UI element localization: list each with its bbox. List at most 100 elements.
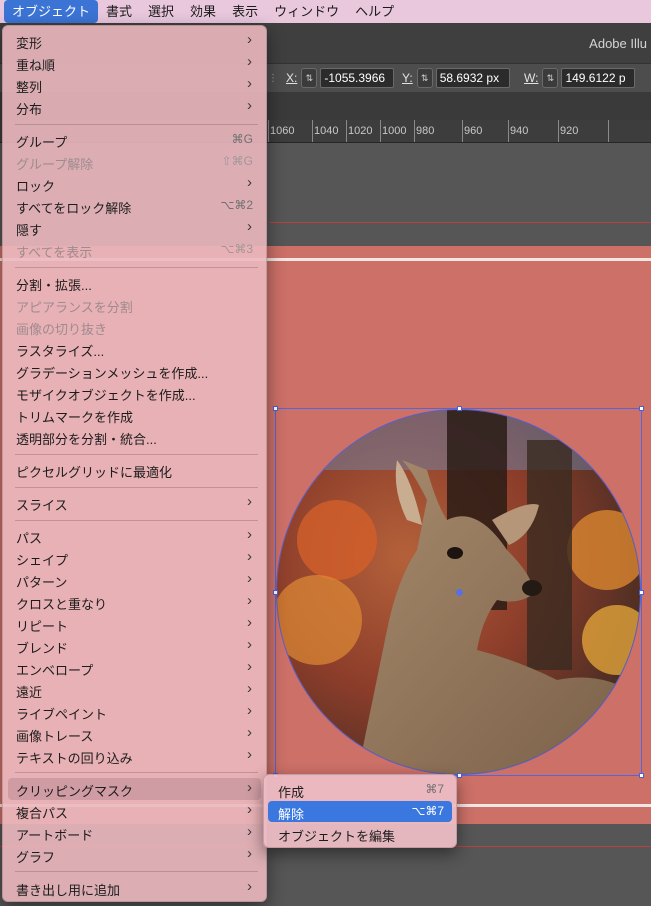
w-label: W: xyxy=(524,71,539,85)
menu-item-perspective[interactable]: 遠近 › xyxy=(8,679,261,701)
menu-item-artboards[interactable]: アートボード › xyxy=(8,822,261,844)
resize-handle[interactable] xyxy=(639,773,644,778)
y-stepper[interactable]: ⇅ xyxy=(416,68,433,88)
menu-item-arrange[interactable]: 重ね順 › xyxy=(8,52,261,74)
resize-handle[interactable] xyxy=(273,590,278,595)
chevron-right-icon: › xyxy=(247,218,252,235)
chevron-right-icon: › xyxy=(247,702,252,719)
x-coordinate-control: ⋮ X: ⇅ -1055.3966 xyxy=(268,68,395,88)
menu-separator xyxy=(15,124,258,125)
ruler-tick: 1020 xyxy=(348,125,373,137)
chevron-right-icon: › xyxy=(247,724,252,741)
menu-item-hide[interactable]: 隠す › xyxy=(8,217,261,239)
menu-item-shape[interactable]: シェイプ › xyxy=(8,547,261,569)
submenu-item-release[interactable]: 解除 ⌥⌘7 xyxy=(268,801,452,822)
menu-item-repeat[interactable]: リピート › xyxy=(8,613,261,635)
menu-item-expand[interactable]: 分割・拡張... xyxy=(8,272,261,294)
menu-item-pattern[interactable]: パターン › xyxy=(8,569,261,591)
ruler-tick: 1060 xyxy=(270,125,295,137)
menu-item-blend[interactable]: ブレンド › xyxy=(8,635,261,657)
menubar-object[interactable]: オブジェクト xyxy=(4,0,99,23)
chevron-right-icon: › xyxy=(247,878,252,895)
menu-item-slice[interactable]: スライス › xyxy=(8,492,261,514)
chevron-right-icon: › xyxy=(247,636,252,653)
menu-item-compound-path[interactable]: 複合パス › xyxy=(8,800,261,822)
menu-item-rasterize[interactable]: ラスタライズ... xyxy=(8,338,261,360)
chevron-right-icon: › xyxy=(247,614,252,631)
menu-item-trim-marks[interactable]: トリムマークを作成 xyxy=(8,404,261,426)
menu-item-clipping-mask[interactable]: クリッピングマスク › xyxy=(8,778,261,800)
menu-item-group[interactable]: グループ ⌘G xyxy=(8,129,261,151)
chevron-right-icon: › xyxy=(247,53,252,70)
chevron-right-icon: › xyxy=(247,570,252,587)
chevron-right-icon: › xyxy=(247,548,252,565)
menubar-type[interactable]: 書式 xyxy=(98,0,140,23)
menubar-window[interactable]: ウィンドウ xyxy=(266,0,347,23)
chevron-right-icon: › xyxy=(247,174,252,191)
menu-separator xyxy=(15,454,258,455)
y-coordinate-control: Y: ⇅ 58.6932 px xyxy=(402,68,510,88)
menu-item-envelope[interactable]: エンベロープ › xyxy=(8,657,261,679)
x-label: X: xyxy=(286,71,298,85)
menu-separator xyxy=(15,772,258,773)
menu-item-graph[interactable]: グラフ › xyxy=(8,844,261,866)
resize-handle[interactable] xyxy=(273,406,278,411)
selection-bounding-box[interactable] xyxy=(273,406,644,778)
w-stepper[interactable]: ⇅ xyxy=(542,68,559,88)
x-field[interactable]: -1055.3966 xyxy=(320,68,395,88)
menu-item-mosaic[interactable]: モザイクオブジェクトを作成... xyxy=(8,382,261,404)
menu-separator xyxy=(15,487,258,488)
menu-item-gradient-mesh[interactable]: グラデーションメッシュを作成... xyxy=(8,360,261,382)
x-stepper[interactable]: ⇅ xyxy=(301,68,318,88)
menu-item-flatten-transparency[interactable]: 透明部分を分割・統合... xyxy=(8,426,261,448)
menu-item-text-wrap[interactable]: テキストの回り込み › xyxy=(8,745,261,767)
menu-bar: オブジェクト 書式 選択 効果 表示 ウィンドウ ヘルプ xyxy=(0,0,651,23)
chevron-right-icon: › xyxy=(247,779,252,796)
menu-item-pixel-perfect[interactable]: ピクセルグリッドに最適化 xyxy=(8,459,261,481)
resize-handle[interactable] xyxy=(639,590,644,595)
chevron-right-icon: › xyxy=(247,493,252,510)
ruler-tick: 960 xyxy=(464,125,483,137)
menubar-effect[interactable]: 効果 xyxy=(182,0,224,23)
menu-item-export-selection[interactable]: 書き出し用に追加 › xyxy=(8,877,261,899)
menu-item-live-paint[interactable]: ライブペイント › xyxy=(8,701,261,723)
menu-item-image-trace[interactable]: 画像トレース › xyxy=(8,723,261,745)
ruler-tick: 1000 xyxy=(382,125,407,137)
y-field[interactable]: 58.6932 px xyxy=(435,68,510,88)
chevron-right-icon: › xyxy=(247,526,252,543)
resize-handle[interactable] xyxy=(639,406,644,411)
menubar-help[interactable]: ヘルプ xyxy=(347,0,402,23)
menu-item-unlock-all[interactable]: すべてをロック解除 ⌥⌘2 xyxy=(8,195,261,217)
menubar-select[interactable]: 選択 xyxy=(140,0,182,23)
chevron-right-icon: › xyxy=(247,845,252,862)
resize-handle[interactable] xyxy=(457,406,462,411)
menu-item-path[interactable]: パス › xyxy=(8,525,261,547)
app-title: Adobe Illu xyxy=(589,36,647,51)
submenu-item-edit-contents[interactable]: オブジェクトを編集 xyxy=(268,823,452,844)
menu-item-transform[interactable]: 変形 › xyxy=(8,30,261,52)
chevron-right-icon: › xyxy=(247,592,252,609)
w-field[interactable]: 149.6122 p xyxy=(561,68,636,88)
chevron-right-icon: › xyxy=(247,658,252,675)
menu-item-crop-image: 画像の切り抜き xyxy=(16,322,108,337)
submenu-item-make[interactable]: 作成 ⌘7 xyxy=(268,779,452,800)
chevron-right-icon: › xyxy=(247,746,252,763)
chevron-right-icon: › xyxy=(247,31,252,48)
menubar-view[interactable]: 表示 xyxy=(224,0,266,23)
chevron-right-icon: › xyxy=(247,823,252,840)
resize-handle[interactable] xyxy=(457,773,462,778)
menu-item-lock[interactable]: ロック › xyxy=(8,173,261,195)
width-control: W: ⇅ 149.6122 p xyxy=(524,68,636,88)
menu-item-intertwine[interactable]: クロスと重なり › xyxy=(8,591,261,613)
ruler-tick: 980 xyxy=(416,125,435,137)
artboard-guide xyxy=(270,222,651,223)
menu-separator xyxy=(15,520,258,521)
menu-item-distribute[interactable]: 分布 › xyxy=(8,96,261,118)
chevron-right-icon: › xyxy=(247,97,252,114)
chevron-right-icon: › xyxy=(247,680,252,697)
clipping-mask-submenu: 作成 ⌘7 解除 ⌥⌘7 オブジェクトを編集 xyxy=(263,774,457,848)
menu-item-show-all: すべてを表示 ⌥⌘3 xyxy=(16,242,253,260)
object-menu: 変形 › 重ね順 › 整列 › 分布 › グループ ⌘G グループ解除 ⇧⌘G ロック › す… xyxy=(2,25,267,902)
chevron-right-icon: › xyxy=(247,75,252,92)
menu-item-align[interactable]: 整列 › xyxy=(8,74,261,96)
